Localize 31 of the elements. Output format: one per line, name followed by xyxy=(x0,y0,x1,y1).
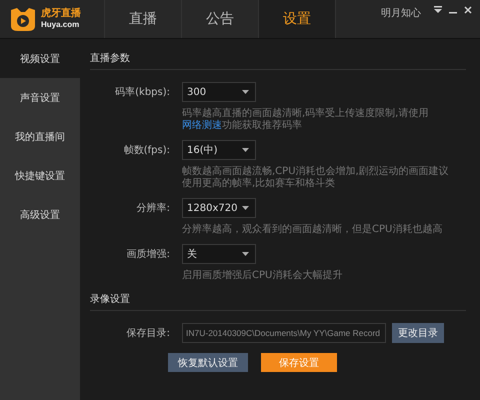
logo-title: 虎牙直播 xyxy=(41,8,81,19)
dropdown[interactable]: 16(中) xyxy=(182,140,256,160)
nav-tab[interactable]: 设置 xyxy=(258,0,336,38)
logo-domain: Huya.com xyxy=(41,19,80,30)
section-title: 录像设置 xyxy=(90,292,466,311)
field-label: 画质增强: xyxy=(126,248,171,261)
close-icon[interactable] xyxy=(464,6,472,14)
hint-text: 帧数越高画面越流畅,CPU消耗也会增加,剧烈运动的画面建议使用更高的帧率,比如赛车和格斗类 xyxy=(182,166,450,190)
hint-text: 分辨率越高，观众看到的画面越清晰，但是CPU消耗也越高 xyxy=(182,224,444,236)
speed-test-link[interactable]: 网络测速 xyxy=(182,120,222,131)
caret-icon xyxy=(242,206,249,210)
hint-text: 启用画质增强后CPU消耗会大幅提升 xyxy=(182,270,344,282)
field-label: 帧数(fps): xyxy=(122,144,171,157)
caret-icon xyxy=(242,252,249,256)
field-label: 分辨率: xyxy=(136,202,171,215)
dropdown[interactable]: 1280x720 xyxy=(182,198,256,218)
section-title: 直播参数 xyxy=(90,51,466,70)
dropdown[interactable]: 300 xyxy=(182,82,256,102)
dropdown-icon[interactable] xyxy=(434,6,442,13)
path-field[interactable]: IN7U-20140309C\Documents\My YY\Game Record xyxy=(182,323,386,343)
hint-text: 码率越高直播的画面越清晰,码率受上传速度限制,请使用 网络测速功能获取推荐码率 xyxy=(182,108,430,132)
change-folder-button[interactable]: 更改目录 xyxy=(392,323,444,343)
dropdown[interactable]: 关 xyxy=(182,244,256,264)
reset-button[interactable]: 恢复默认设置 xyxy=(168,353,248,372)
caret-icon xyxy=(242,148,249,152)
caret-icon xyxy=(242,90,249,94)
user-name[interactable]: 明月知心 xyxy=(381,6,421,20)
logo-icon xyxy=(8,6,38,32)
field-label: 码率(kbps): xyxy=(114,86,171,99)
field-label: 保存目录: xyxy=(126,327,171,340)
sidebar-item[interactable]: 视频设置 xyxy=(0,39,80,78)
